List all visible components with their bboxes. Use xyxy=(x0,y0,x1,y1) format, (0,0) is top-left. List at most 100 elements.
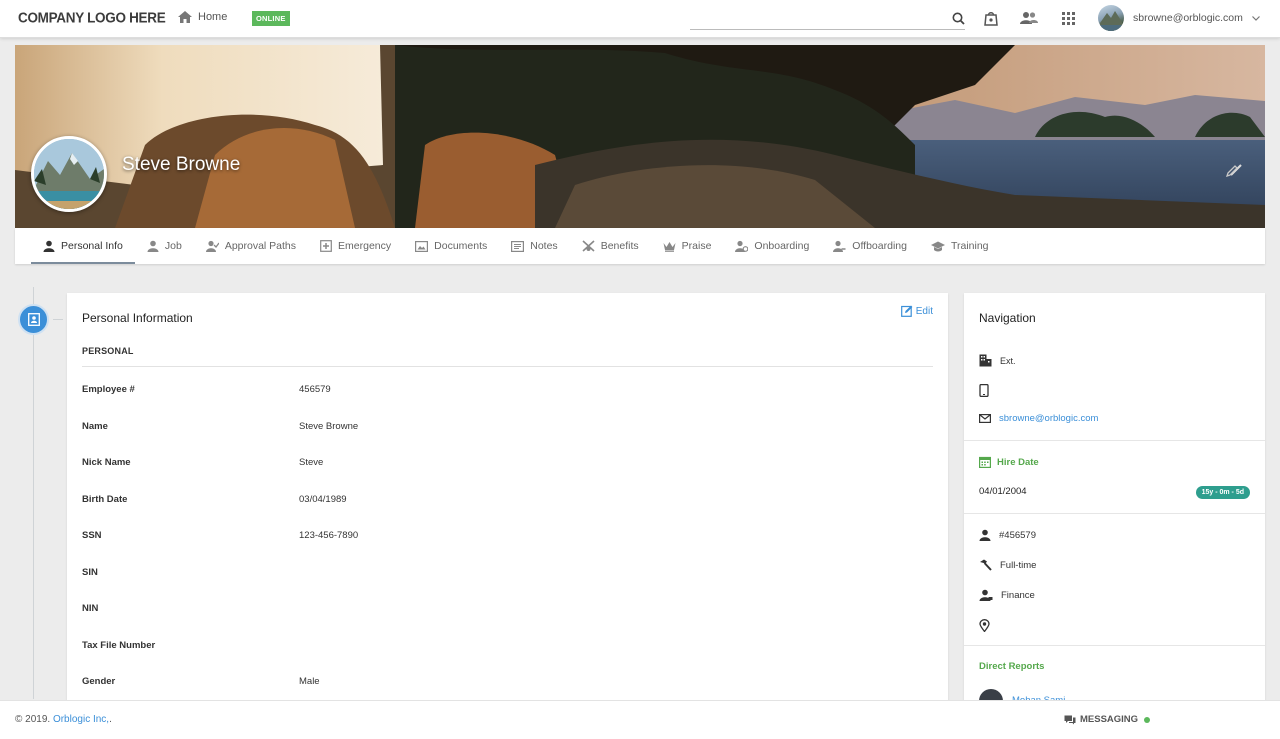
home-label: Home xyxy=(198,11,228,23)
employment-type-value: Full-time xyxy=(1000,559,1037,571)
tab-emergency[interactable]: Emergency xyxy=(308,228,403,264)
field-nick-name: Nick Name Steve xyxy=(82,457,922,477)
edit-banner-icon[interactable] xyxy=(1226,164,1239,177)
contact-card-icon xyxy=(27,313,40,326)
chat-icon xyxy=(1064,715,1076,724)
footer: © 2019. Orblogic Inc,. MESSAGING xyxy=(0,700,1280,739)
tab-onboarding[interactable]: Onboarding xyxy=(723,228,821,264)
tab-notes[interactable]: Notes xyxy=(499,228,569,264)
field-name: Name Steve Browne xyxy=(82,421,922,441)
tab-personal-info[interactable]: Personal Info xyxy=(31,228,135,264)
offboarding-icon xyxy=(833,240,846,252)
email-link[interactable]: sbrowne@orblogic.com xyxy=(999,413,1098,424)
navigation-panel: Navigation Ext. sbrowne@orblogic.com Hir… xyxy=(964,293,1265,703)
field-label: NIN xyxy=(82,603,99,614)
chevron-down-icon xyxy=(1251,15,1260,21)
divider xyxy=(964,440,1265,441)
messaging-button[interactable]: MESSAGING xyxy=(1064,714,1151,725)
person-icon xyxy=(979,529,991,541)
messaging-label: MESSAGING xyxy=(1080,714,1139,725)
field-ssn: SSN 123-456-7890 xyxy=(82,530,922,550)
profile-avatar[interactable] xyxy=(31,136,107,212)
phone-row xyxy=(979,384,997,397)
tab-label: Training xyxy=(950,240,989,252)
copyright-suffix: . xyxy=(109,714,112,725)
search-underline xyxy=(690,29,965,30)
profile-tabs: Personal Info Job Approval Paths Emergen… xyxy=(15,228,1265,264)
documents-icon xyxy=(415,240,429,252)
field-value: 123-456-7890 xyxy=(299,530,359,541)
field-label: Birth Date xyxy=(82,494,128,505)
emergency-icon xyxy=(320,240,332,252)
field-value: Steve Browne xyxy=(299,421,359,432)
tab-documents[interactable]: Documents xyxy=(403,228,499,264)
notes-icon xyxy=(511,240,525,252)
tab-label: Documents xyxy=(434,240,488,252)
field-label: Nick Name xyxy=(82,457,131,468)
apps-grid-icon[interactable] xyxy=(1062,12,1075,25)
location-row xyxy=(979,619,998,632)
panel-title: Navigation xyxy=(979,311,1036,325)
tab-label: Personal Info xyxy=(61,240,123,252)
building-icon xyxy=(979,354,992,367)
onboarding-icon xyxy=(735,240,749,252)
tab-job[interactable]: Job xyxy=(135,228,194,264)
tab-training[interactable]: Training xyxy=(919,228,1001,264)
edit-icon xyxy=(900,305,913,317)
timeline-line xyxy=(33,287,34,699)
field-label: SSN xyxy=(82,530,102,541)
card-title: Personal Information xyxy=(82,311,193,325)
tab-approval-paths[interactable]: Approval Paths xyxy=(194,228,308,264)
tab-offboarding[interactable]: Offboarding xyxy=(821,228,919,264)
field-label: SIN xyxy=(82,567,98,578)
employee-number-row: #456579 xyxy=(979,529,1036,541)
tab-benefits[interactable]: Benefits xyxy=(570,228,651,264)
field-label: Tax File Number xyxy=(82,640,156,651)
crown-icon xyxy=(663,241,676,252)
top-bar: COMPANY LOGO HERE Home ONLINE sbrowne@or… xyxy=(0,0,1280,38)
benefits-icon xyxy=(582,240,595,252)
people-icon[interactable] xyxy=(1020,11,1038,25)
person-icon xyxy=(43,240,55,252)
edit-button[interactable]: Edit xyxy=(900,305,933,317)
timeline-connector xyxy=(53,319,63,320)
tab-label: Approval Paths xyxy=(224,240,297,252)
timeline-node[interactable] xyxy=(18,304,49,335)
divider xyxy=(964,513,1265,514)
home-link[interactable]: Home xyxy=(178,11,227,23)
graduation-cap-icon xyxy=(930,241,945,251)
field-value: 03/04/1989 xyxy=(299,494,347,505)
hire-date-value: 04/01/2004 xyxy=(979,486,1027,497)
banner-landscape-image xyxy=(15,45,1265,228)
hammer-icon xyxy=(980,559,992,571)
department-value: Finance xyxy=(1001,589,1035,601)
copyright-prefix: © 2019. xyxy=(15,714,51,725)
tab-label: Emergency xyxy=(338,240,392,252)
search-icon[interactable] xyxy=(952,12,965,25)
person-icon xyxy=(147,240,159,252)
copyright: © 2019. Orblogic Inc,. xyxy=(15,714,112,725)
search-input[interactable] xyxy=(690,8,945,28)
field-birth-date: Birth Date 03/04/1989 xyxy=(82,494,922,514)
field-label: Name xyxy=(82,421,108,432)
extension-label: Ext. xyxy=(1000,355,1016,366)
company-link[interactable]: Orblogic Inc, xyxy=(53,714,109,725)
field-tax-file-number: Tax File Number xyxy=(82,640,922,660)
profile-banner xyxy=(15,45,1265,228)
mail-icon xyxy=(979,414,991,423)
lock-bag-icon[interactable] xyxy=(984,11,998,26)
direct-reports-heading: Direct Reports xyxy=(979,661,1045,672)
tab-label: Offboarding xyxy=(852,240,907,252)
tab-label: Benefits xyxy=(600,240,639,252)
approval-icon xyxy=(205,240,219,252)
field-nin: NIN xyxy=(82,603,922,623)
profile-name: Steve Browne xyxy=(122,154,241,175)
company-logo[interactable]: COMPANY LOGO HERE xyxy=(18,9,166,26)
calendar-icon xyxy=(979,456,991,468)
tab-praise[interactable]: Praise xyxy=(651,228,724,264)
hire-date-label: Hire Date xyxy=(997,456,1039,468)
location-pin-icon xyxy=(979,619,990,632)
tenure-badge: 15y - 0m - 5d xyxy=(1195,486,1250,499)
user-menu[interactable]: sbrowne@orblogic.com xyxy=(1098,5,1260,31)
field-label: Employee # xyxy=(82,384,135,395)
